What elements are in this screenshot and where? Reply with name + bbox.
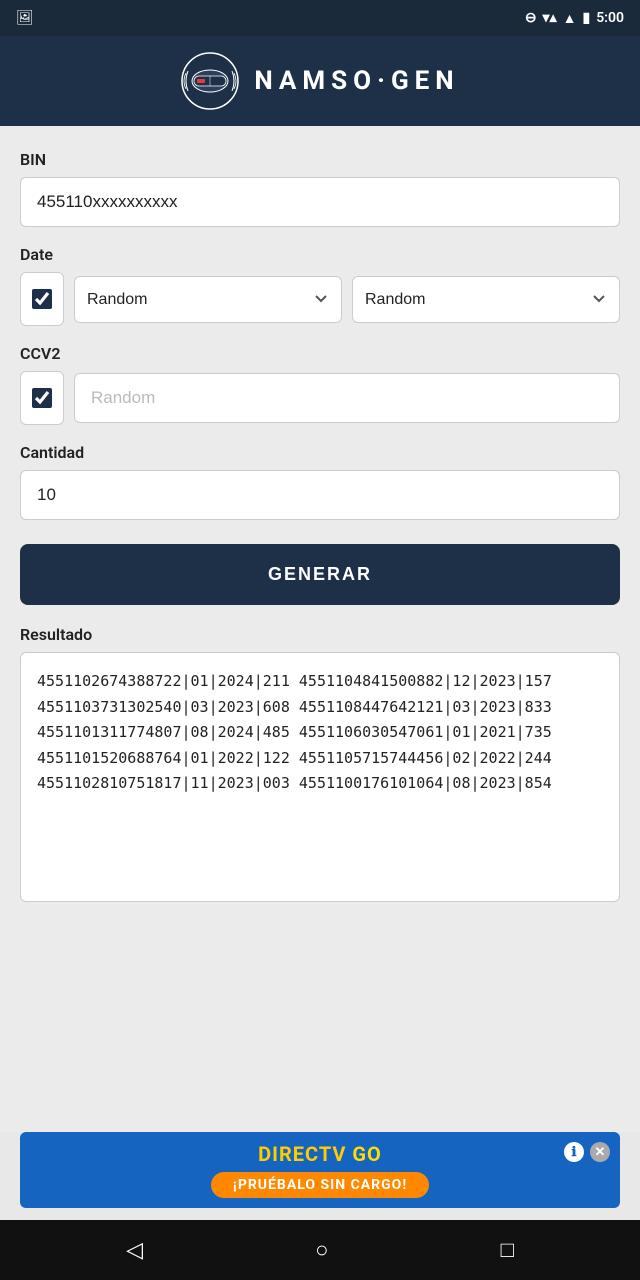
generate-button[interactable]: GENERAR [20,544,620,605]
nav-bar: ◁ ○ □ [0,1220,640,1280]
ccv2-input[interactable] [74,373,620,423]
status-right: ⊖ ▾▴ ▲ ▮ 5:00 [525,10,624,27]
status-bar: 🖼 ⊖ ▾▴ ▲ ▮ 5:00 [0,0,640,36]
date-year-select[interactable]: Random 2021 2022 2023 2024 2025 [352,276,620,323]
date-checkbox[interactable] [32,289,52,309]
ccv2-label: CCV2 [20,344,620,363]
signal-icon: ▲ [563,10,577,27]
status-left: 🖼 [16,10,34,26]
ccv2-checkbox[interactable] [32,388,52,408]
mute-icon: ⊖ [525,10,537,26]
date-row: Random 01 02 03 04 05 06 07 08 09 10 11 … [20,272,620,326]
date-checkbox-wrapper[interactable] [20,272,64,326]
battery-icon: ▮ [582,10,590,26]
ad-close-icon[interactable]: ✕ [590,1142,610,1162]
app-logo [180,51,240,111]
cantidad-label: Cantidad [20,443,620,462]
photo-icon: 🖼 [16,10,34,26]
ad-title-yellow: GO [346,1142,381,1166]
bin-input[interactable] [20,177,620,227]
ad-title: DIRECTV GO [258,1142,382,1166]
recent-button[interactable]: □ [501,1237,514,1263]
date-month-select[interactable]: Random 01 02 03 04 05 06 07 08 09 10 11 … [74,276,342,323]
ccv2-row [20,371,620,425]
bin-label: BIN [20,150,620,169]
app-title: NAMSO·GEN [254,66,459,96]
resultado-label: Resultado [20,625,620,644]
clock: 5:00 [596,10,624,26]
ad-banner: ℹ ✕ DIRECTV GO ¡PRUÉBALO SIN CARGO! [20,1132,620,1208]
app-header: NAMSO·GEN [0,36,640,126]
wifi-icon: ▾▴ [543,10,557,26]
main-content: BIN Date Random 01 02 03 04 05 06 07 08 … [0,126,640,1132]
back-button[interactable]: ◁ [126,1238,143,1263]
ccv2-checkbox-wrapper[interactable] [20,371,64,425]
ad-sub: ¡PRUÉBALO SIN CARGO! [211,1172,429,1198]
ad-info-icon[interactable]: ℹ [564,1142,584,1162]
ad-title-white: DIRECTV [258,1142,346,1166]
cantidad-input[interactable] [20,470,620,520]
date-label: Date [20,245,620,264]
result-box: 4551102674388722|01|2024|211 45511048415… [20,652,620,902]
home-button[interactable]: ○ [315,1237,328,1263]
